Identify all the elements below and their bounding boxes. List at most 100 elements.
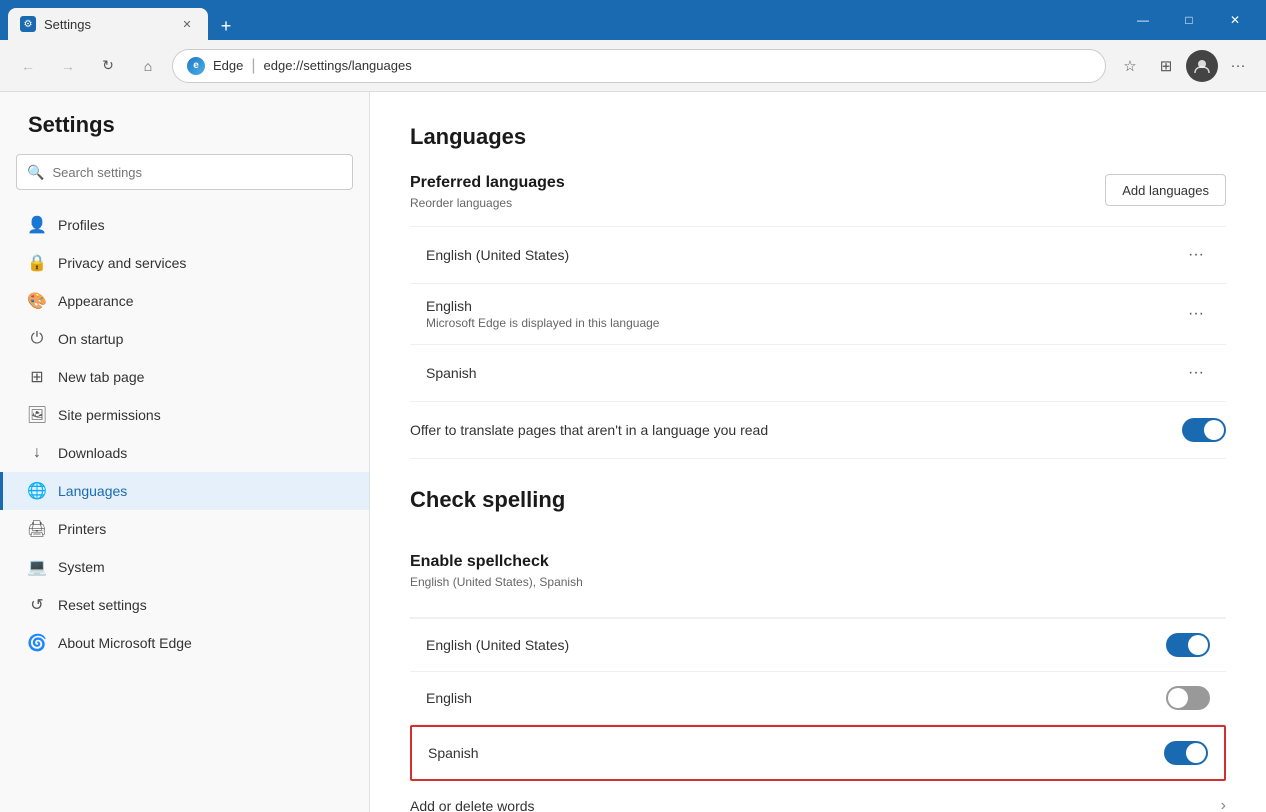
enable-spellcheck-row: Enable spellcheck English (United States… xyxy=(410,537,1226,618)
refresh-button[interactable]: ↻ xyxy=(92,50,124,82)
nav-icon-profiles: 👤 xyxy=(28,216,46,234)
lang-name: English (United States) xyxy=(426,247,1182,263)
spellcheck-lang-row: Spanish xyxy=(410,725,1226,781)
nav-icon-site-permissions: 🖼 xyxy=(28,406,46,424)
spellcheck-section: Check spelling Enable spellcheck English… xyxy=(410,487,1226,812)
main-layout: Settings 🔍 👤 Profiles 🔒 Privacy and serv… xyxy=(0,92,1266,812)
lang-subtitle: Microsoft Edge is displayed in this lang… xyxy=(426,316,1182,330)
nav-label-printers: Printers xyxy=(58,521,106,537)
tab-title: Settings xyxy=(44,17,170,32)
forward-button[interactable]: → xyxy=(52,50,84,82)
add-delete-words-row[interactable]: Add or delete words › xyxy=(410,781,1226,812)
nav-label-site-permissions: Site permissions xyxy=(58,407,161,423)
nav-label-profiles: Profiles xyxy=(58,217,105,233)
nav-label-new-tab: New tab page xyxy=(58,369,144,385)
spellcheck-lang-row: English xyxy=(410,672,1226,725)
lang-name: English xyxy=(426,298,1182,314)
nav-items-list: 👤 Profiles 🔒 Privacy and services 🎨 Appe… xyxy=(0,206,369,662)
profile-button[interactable] xyxy=(1186,50,1218,82)
home-button[interactable]: ⌂ xyxy=(132,50,164,82)
spell-lang-name: Spanish xyxy=(428,745,1164,761)
minimize-button[interactable]: — xyxy=(1120,0,1166,40)
spell-lang-toggle-thumb-0 xyxy=(1188,635,1208,655)
nav-label-languages: Languages xyxy=(58,483,127,499)
language-row: Spanish ··· xyxy=(410,345,1226,402)
settings-tab[interactable]: ⚙ Settings ✕ xyxy=(8,8,208,40)
nav-icon-downloads: ↓ xyxy=(28,444,46,462)
spell-lang-toggle-0[interactable] xyxy=(1166,633,1210,657)
edge-logo: e xyxy=(187,57,205,75)
nav-icon-on-startup: ⏻ xyxy=(28,330,46,348)
search-icon: 🔍 xyxy=(27,164,44,181)
new-tab-button[interactable]: + xyxy=(212,12,240,40)
spellcheck-label-group: Enable spellcheck English (United States… xyxy=(410,553,583,601)
search-input[interactable] xyxy=(52,165,342,180)
sidebar-item-system[interactable]: 💻 System xyxy=(0,548,369,586)
nav-label-about: About Microsoft Edge xyxy=(58,635,192,651)
sidebar-item-languages[interactable]: 🌐 Languages xyxy=(0,472,369,510)
language-row: English (United States) ··· xyxy=(410,226,1226,284)
lang-more-button[interactable]: ··· xyxy=(1182,359,1210,387)
sidebar-item-reset[interactable]: ↺ Reset settings xyxy=(0,586,369,624)
spellcheck-languages-list: English (United States) English Spanish xyxy=(410,618,1226,781)
sidebar-item-new-tab[interactable]: ⊞ New tab page xyxy=(0,358,369,396)
search-box[interactable]: 🔍 xyxy=(16,154,353,190)
enable-spellcheck-label: Enable spellcheck xyxy=(410,553,583,571)
nav-icon-about: 🌀 xyxy=(28,634,46,652)
sidebar-item-on-startup[interactable]: ⏻ On startup xyxy=(0,320,369,358)
spell-lang-toggle-2[interactable] xyxy=(1164,741,1208,765)
add-languages-button[interactable]: Add languages xyxy=(1105,174,1226,206)
spell-lang-toggle-1[interactable] xyxy=(1166,686,1210,710)
nav-icon-reset: ↺ xyxy=(28,596,46,614)
browser-name-label: Edge xyxy=(213,58,243,73)
titlebar: ⚙ Settings ✕ + — □ ✕ xyxy=(0,0,1266,40)
sidebar-item-about[interactable]: 🌀 About Microsoft Edge xyxy=(0,624,369,662)
address-separator: | xyxy=(251,57,255,75)
favorites-button[interactable]: ☆ xyxy=(1114,50,1146,82)
preferred-languages-title: Preferred languages xyxy=(410,174,565,192)
translate-toggle-thumb xyxy=(1204,420,1224,440)
nav-icon-printers: 🖨 xyxy=(28,520,46,538)
spellcheck-lang-row: English (United States) xyxy=(410,618,1226,672)
tab-close-button[interactable]: ✕ xyxy=(178,15,196,33)
sidebar-item-privacy[interactable]: 🔒 Privacy and services xyxy=(0,244,369,282)
more-button[interactable]: ··· xyxy=(1222,50,1254,82)
address-bar-input[interactable]: e Edge | edge://settings/languages xyxy=(172,49,1106,83)
lang-more-button[interactable]: ··· xyxy=(1182,241,1210,269)
sidebar-item-appearance[interactable]: 🎨 Appearance xyxy=(0,282,369,320)
window-controls: — □ ✕ xyxy=(1120,0,1258,40)
nav-label-appearance: Appearance xyxy=(58,293,134,309)
nav-icon-privacy: 🔒 xyxy=(28,254,46,272)
spellcheck-langs-subtitle: English (United States), Spanish xyxy=(410,575,583,589)
sidebar-item-downloads[interactable]: ↓ Downloads xyxy=(0,434,369,472)
nav-icon-new-tab: ⊞ xyxy=(28,368,46,386)
sidebar: Settings 🔍 👤 Profiles 🔒 Privacy and serv… xyxy=(0,92,370,812)
nav-icon-appearance: 🎨 xyxy=(28,292,46,310)
nav-label-privacy: Privacy and services xyxy=(58,255,186,271)
nav-label-system: System xyxy=(58,559,105,575)
nav-icon-languages: 🌐 xyxy=(28,482,46,500)
sidebar-item-profiles[interactable]: 👤 Profiles xyxy=(0,206,369,244)
spell-lang-toggle-thumb-2 xyxy=(1186,743,1206,763)
sidebar-item-site-permissions[interactable]: 🖼 Site permissions xyxy=(0,396,369,434)
sidebar-item-printers[interactable]: 🖨 Printers xyxy=(0,510,369,548)
lang-more-button[interactable]: ··· xyxy=(1182,300,1210,328)
sidebar-title: Settings xyxy=(0,112,369,154)
translate-toggle[interactable] xyxy=(1182,418,1226,442)
spell-lang-name: English (United States) xyxy=(426,637,1166,653)
add-delete-chevron: › xyxy=(1221,797,1226,812)
maximize-button[interactable]: □ xyxy=(1166,0,1212,40)
translate-label: Offer to translate pages that aren't in … xyxy=(410,422,1182,438)
nav-label-downloads: Downloads xyxy=(58,445,127,461)
lang-name: Spanish xyxy=(426,365,1182,381)
close-button[interactable]: ✕ xyxy=(1212,0,1258,40)
back-button[interactable]: ← xyxy=(12,50,44,82)
nav-icon-system: 💻 xyxy=(28,558,46,576)
language-row: English Microsoft Edge is displayed in t… xyxy=(410,284,1226,345)
tab-favicon: ⚙ xyxy=(20,16,36,32)
preferred-languages-section: Preferred languages Reorder languages Ad… xyxy=(410,174,1226,459)
collections-button[interactable]: ⊞ xyxy=(1150,50,1182,82)
spell-lang-name: English xyxy=(426,690,1166,706)
reorder-languages-label: Reorder languages xyxy=(410,196,565,210)
translate-toggle-row: Offer to translate pages that aren't in … xyxy=(410,402,1226,459)
